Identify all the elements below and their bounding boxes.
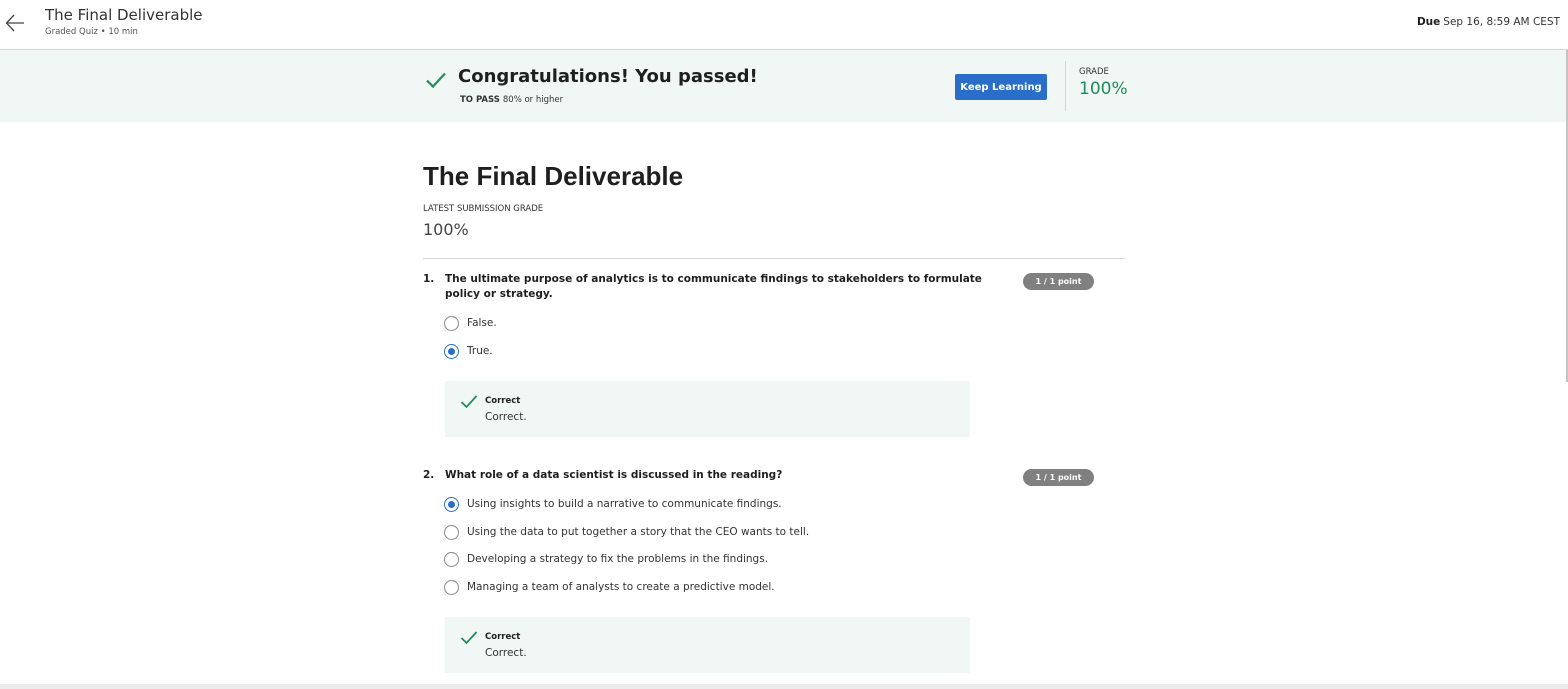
question-text: What role of a data scientist is discuss… <box>445 469 783 481</box>
radio-button[interactable] <box>444 316 459 331</box>
feedback-title: Correct <box>485 396 521 406</box>
question-number: 1. <box>423 273 435 285</box>
radio-button[interactable] <box>444 552 459 567</box>
bottom-edge <box>0 684 1568 689</box>
quiz-title: The Final Deliverable <box>45 6 203 24</box>
keep-learning-button[interactable]: Keep Learning <box>955 74 1047 100</box>
feedback-title: Correct <box>485 632 521 642</box>
correct-check-icon <box>460 630 478 646</box>
to-pass-label: TO PASS <box>460 95 500 105</box>
banner-divider <box>1065 61 1066 111</box>
option-label: True. <box>467 345 493 357</box>
quiz-subtitle: Graded Quiz • 10 min <box>45 27 138 37</box>
question-text: The ultimate purpose of analytics is to … <box>445 273 982 300</box>
feedback-text: Correct. <box>485 411 527 423</box>
pass-message: Congratulations! You passed! <box>458 66 758 87</box>
radio-button-selected[interactable] <box>444 497 459 512</box>
due-date: Due Sep 16, 8:59 AM CEST <box>1417 16 1560 28</box>
back-arrow-icon[interactable] <box>4 12 26 34</box>
feedback-text: Correct. <box>485 647 527 659</box>
latest-submission-grade: 100% <box>423 220 469 239</box>
points-badge: 1 / 1 point <box>1023 469 1094 486</box>
divider <box>423 258 1125 259</box>
pass-check-icon <box>425 69 447 91</box>
radio-button[interactable] <box>444 525 459 540</box>
grade-label: GRADE <box>1079 67 1109 77</box>
due-label: Due <box>1416 16 1441 28</box>
feedback-box: Correct Correct. <box>445 381 970 437</box>
option-label: Using insights to build a narrative to c… <box>467 498 782 510</box>
option-label: Using the data to put together a story t… <box>467 526 810 538</box>
option-label: Managing a team of analysts to create a … <box>467 581 775 593</box>
radio-button-selected[interactable] <box>444 344 459 359</box>
due-value: Sep 16, 8:59 AM CEST <box>1443 16 1560 28</box>
top-bar: The Final Deliverable Graded Quiz • 10 m… <box>0 0 1568 50</box>
feedback-box: Correct Correct. <box>445 617 970 673</box>
option-label: Developing a strategy to fix the problem… <box>467 553 769 565</box>
to-pass-value: 80% or higher <box>502 95 564 105</box>
grade-value: 100% <box>1079 79 1128 99</box>
pass-requirement: TO PASS 80% or higher <box>460 95 563 105</box>
latest-submission-label: LATEST SUBMISSION GRADE <box>423 204 544 214</box>
correct-check-icon <box>460 394 478 410</box>
option-label: False. <box>467 317 497 329</box>
page-title: The Final Deliverable <box>423 161 684 191</box>
points-badge: 1 / 1 point <box>1023 273 1094 290</box>
question-number: 2. <box>423 469 435 481</box>
pass-banner <box>0 50 1566 122</box>
radio-button[interactable] <box>444 580 459 595</box>
